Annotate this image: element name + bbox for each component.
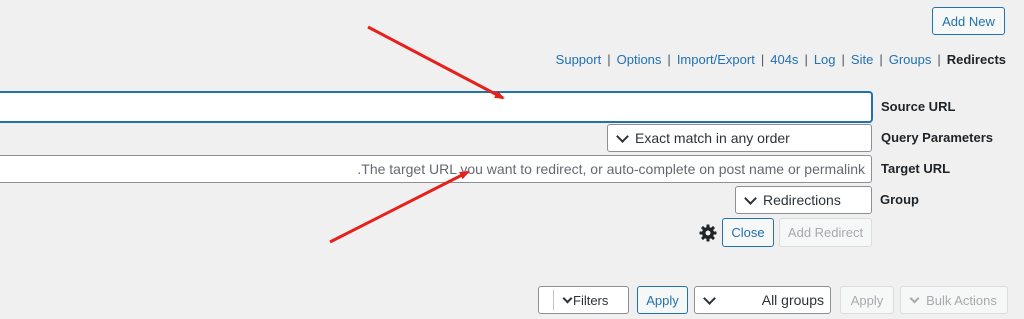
arrow-to-source-url — [367, 25, 505, 100]
annotation-arrows — [329, 25, 505, 244]
arrow-to-target-url — [329, 170, 470, 244]
